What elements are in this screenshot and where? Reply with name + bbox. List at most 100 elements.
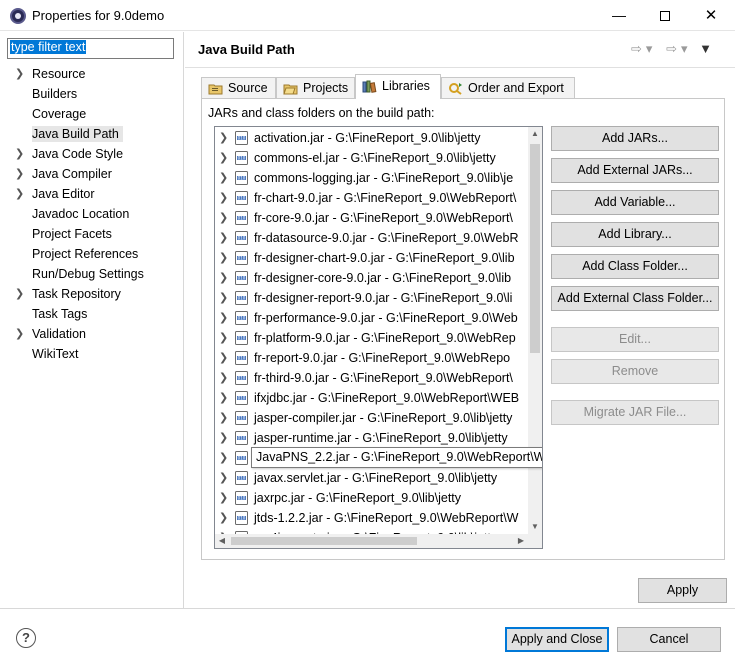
expand-chevron-icon[interactable]: ❯ — [219, 328, 228, 348]
library-entry[interactable]: ❯ 010 jaxrpc.jar - G:\FineReport_9.0\lib\j… — [215, 488, 530, 508]
library-entry[interactable]: ❯ 010 fr-datasource-9.0.jar - G:\FineRepor… — [215, 228, 530, 248]
expand-chevron-icon[interactable]: ❯ — [219, 348, 228, 368]
library-entry[interactable]: ❯ 010 fr-report-9.0.jar - G:\FineReport_9.… — [215, 348, 530, 368]
remove-button[interactable]: Remove — [551, 359, 719, 384]
add-jars-button[interactable]: Add JARs... — [551, 126, 719, 151]
library-entry[interactable]: ❯ 010 activation.jar - G:\FineReport_9.0\l… — [215, 128, 530, 148]
tab-source[interactable]: Source — [201, 77, 276, 99]
nav-item[interactable]: Task Tags — [0, 304, 184, 324]
cancel-button[interactable]: Cancel — [617, 627, 721, 652]
svg-text:010: 010 — [238, 456, 246, 461]
expand-chevron-icon[interactable]: ❯ — [219, 188, 228, 208]
view-menu-icon[interactable]: ▼ — [699, 41, 712, 56]
library-tree[interactable]: ❯ 010 activation.jar - G:\FineReport_9.0\l… — [214, 126, 543, 549]
vertical-scroll-thumb[interactable] — [530, 144, 540, 353]
forward-arrow-icon[interactable]: ⇨ — [666, 41, 677, 56]
minimize-button[interactable]: — — [596, 0, 642, 31]
nav-item[interactable]: ❯ Java Editor — [0, 184, 184, 204]
nav-item-label: WikiText — [32, 347, 79, 361]
expand-chevron-icon[interactable]: ❯ — [219, 468, 228, 488]
nav-item[interactable]: ❯ Task Repository — [0, 284, 184, 304]
jar-file-icon: 010 — [235, 491, 248, 505]
maximize-button[interactable] — [642, 0, 688, 31]
nav-item[interactable]: Builders — [0, 84, 184, 104]
add-external-class-folder-button[interactable]: Add External Class Folder... — [551, 286, 719, 311]
horizontal-scroll-thumb[interactable] — [231, 537, 417, 545]
library-entry[interactable]: ❯ 010 javax.servlet.jar - G:\FineReport_9.… — [215, 468, 530, 488]
library-entry[interactable]: ❯ 010 JavaPNS_2.2.jar - G:\FineReport_9.0\… — [215, 447, 542, 468]
library-entry[interactable]: ❯ 010 fr-core-9.0.jar - G:\FineReport_9.0\… — [215, 208, 530, 228]
library-entry[interactable]: ❯ 010 jasper-compiler.jar - G:\FineReport_… — [215, 408, 530, 428]
nav-item[interactable]: ❯ Java Code Style — [0, 144, 184, 164]
expand-chevron-icon[interactable]: ❯ — [219, 288, 228, 308]
nav-item[interactable]: Project Facets — [0, 224, 184, 244]
tab-libraries[interactable]: Libraries — [355, 74, 441, 99]
scroll-right-icon[interactable]: ▶ — [514, 534, 528, 548]
expand-chevron-icon[interactable]: ❯ — [15, 144, 24, 164]
expand-chevron-icon[interactable]: ❯ — [219, 488, 228, 508]
nav-item[interactable]: Java Build Path — [0, 124, 184, 144]
tree-vertical-scrollbar[interactable]: ▲ ▼ — [528, 127, 542, 534]
library-entry[interactable]: ❯ 010 ifxjdbc.jar - G:\FineReport_9.0\WebR… — [215, 388, 530, 408]
expand-chevron-icon[interactable]: ❯ — [219, 148, 228, 168]
scroll-up-icon[interactable]: ▲ — [528, 127, 542, 141]
scroll-down-icon[interactable]: ▼ — [528, 520, 542, 534]
nav-item[interactable]: WikiText — [0, 344, 184, 364]
filter-input[interactable]: type filter text — [7, 38, 174, 59]
library-entry[interactable]: ❯ 010 jtds-1.2.2.jar - G:\FineReport_9.0\W… — [215, 508, 530, 528]
expand-chevron-icon[interactable]: ❯ — [15, 184, 24, 204]
expand-chevron-icon[interactable]: ❯ — [219, 208, 228, 228]
expand-chevron-icon[interactable]: ❯ — [15, 284, 24, 304]
expand-chevron-icon[interactable]: ❯ — [219, 128, 228, 148]
expand-chevron-icon[interactable]: ❯ — [15, 164, 24, 184]
expand-chevron-icon[interactable]: ❯ — [219, 268, 228, 288]
expand-chevron-icon[interactable]: ❯ — [219, 448, 228, 468]
library-entry[interactable]: ❯ 010 fr-designer-core-9.0.jar - G:\FineRe… — [215, 268, 530, 288]
nav-item[interactable]: ❯ Resource — [0, 64, 184, 84]
tree-horizontal-scrollbar[interactable]: ◀ ▶ — [215, 534, 542, 548]
expand-chevron-icon[interactable]: ❯ — [219, 508, 228, 528]
nav-item[interactable]: Coverage — [0, 104, 184, 124]
expand-chevron-icon[interactable]: ❯ — [219, 368, 228, 388]
library-entry[interactable]: ❯ 010 commons-el.jar - G:\FineReport_9.0\l… — [215, 148, 530, 168]
expand-chevron-icon[interactable]: ❯ — [219, 408, 228, 428]
library-entry[interactable]: ❯ 010 fr-designer-chart-9.0.jar - G:\FineR… — [215, 248, 530, 268]
nav-item[interactable]: ❯ Java Compiler — [0, 164, 184, 184]
expand-chevron-icon[interactable]: ❯ — [219, 428, 228, 448]
expand-chevron-icon[interactable]: ❯ — [219, 248, 228, 268]
add-variable-button[interactable]: Add Variable... — [551, 190, 719, 215]
tab-projects[interactable]: Projects — [276, 77, 355, 99]
svg-text:010: 010 — [238, 416, 246, 421]
migrate-jar-button[interactable]: Migrate JAR File... — [551, 400, 719, 425]
expand-chevron-icon[interactable]: ❯ — [219, 168, 228, 188]
library-entry[interactable]: ❯ 010 fr-performance-9.0.jar - G:\FineRepo… — [215, 308, 530, 328]
library-entry[interactable]: ❯ 010 fr-designer-report-9.0.jar - G:\Fine… — [215, 288, 530, 308]
nav-item[interactable]: Javadoc Location — [0, 204, 184, 224]
library-entry[interactable]: ❯ 010 jasper-runtime.jar - G:\FineReport_9… — [215, 428, 530, 448]
scroll-left-icon[interactable]: ◀ — [215, 534, 229, 548]
tab-order-and-export[interactable]: Order and Export — [441, 77, 575, 99]
expand-chevron-icon[interactable]: ❯ — [219, 308, 228, 328]
edit-button[interactable]: Edit... — [551, 327, 719, 352]
close-button[interactable]: ✕ — [688, 0, 734, 31]
expand-chevron-icon[interactable]: ❯ — [219, 388, 228, 408]
expand-chevron-icon[interactable]: ❯ — [219, 228, 228, 248]
add-library-button[interactable]: Add Library... — [551, 222, 719, 247]
add-external-jars-button[interactable]: Add External JARs... — [551, 158, 719, 183]
expand-chevron-icon[interactable]: ❯ — [15, 64, 24, 84]
nav-item[interactable]: ❯ Validation — [0, 324, 184, 344]
nav-item[interactable]: Project References — [0, 244, 184, 264]
library-entry[interactable]: ❯ 010 fr-chart-9.0.jar - G:\FineReport_9.0… — [215, 188, 530, 208]
help-icon[interactable]: ? — [16, 628, 36, 648]
back-dropdown-icon[interactable]: ▾ — [646, 41, 653, 56]
library-entry[interactable]: ❯ 010 fr-third-9.0.jar - G:\FineReport_9.0… — [215, 368, 530, 388]
expand-chevron-icon[interactable]: ❯ — [15, 324, 24, 344]
back-arrow-icon[interactable]: ⇨ — [631, 41, 642, 56]
library-entry[interactable]: ❯ 010 fr-platform-9.0.jar - G:\FineReport_… — [215, 328, 530, 348]
library-entry[interactable]: ❯ 010 commons-logging.jar - G:\FineReport_… — [215, 168, 530, 188]
apply-and-close-button[interactable]: Apply and Close — [505, 627, 609, 652]
forward-dropdown-icon[interactable]: ▾ — [681, 41, 688, 56]
nav-item[interactable]: Run/Debug Settings — [0, 264, 184, 284]
add-class-folder-button[interactable]: Add Class Folder... — [551, 254, 719, 279]
apply-button[interactable]: Apply — [638, 578, 727, 603]
